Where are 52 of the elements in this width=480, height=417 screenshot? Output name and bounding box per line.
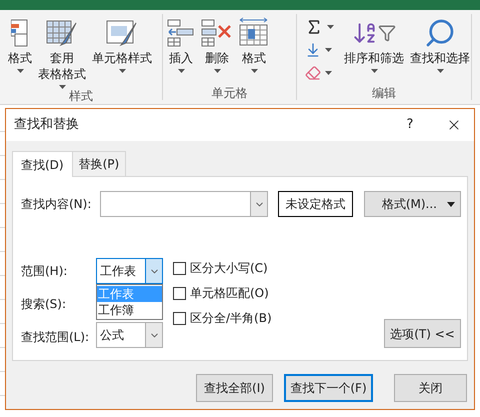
- caret-icon: [325, 48, 332, 52]
- caret-icon: [118, 69, 126, 73]
- look-in-select[interactable]: 公式: [96, 322, 163, 348]
- checkbox[interactable]: [173, 312, 186, 324]
- caret-icon: [16, 69, 24, 73]
- group-label: 样式: [69, 89, 93, 103]
- eraser-icon: [305, 64, 321, 80]
- caret-icon: [436, 69, 444, 73]
- options-button[interactable]: 选项(T) <<: [384, 319, 461, 348]
- caret-icon: [370, 69, 378, 73]
- ribbon-button[interactable]: 排序和筛选: [344, 14, 404, 73]
- field-label: 范围(H):: [21, 263, 68, 280]
- caret-icon: [447, 202, 455, 206]
- ribbon-button[interactable]: 查找和选择: [410, 14, 470, 73]
- caret-icon: [250, 69, 258, 73]
- dialog-button[interactable]: 查找全部(I): [196, 374, 273, 402]
- dialog-title: 查找和替换: [14, 116, 80, 134]
- format-button[interactable]: 格式(M)...: [364, 191, 461, 217]
- ribbon-button[interactable]: 格式: [8, 14, 32, 73]
- help-button[interactable]: ?: [400, 115, 420, 135]
- insert-cells-icon: [167, 19, 195, 47]
- checkbox-label: 区分全/半角(B): [190, 310, 272, 327]
- search-icon: [424, 17, 456, 49]
- format-preview: 未设定格式: [278, 191, 353, 217]
- checkbox-label: 单元格匹配(O): [190, 285, 269, 302]
- caret-icon: [325, 70, 332, 74]
- dialog-tab[interactable]: 查找(D): [12, 151, 73, 177]
- ribbon-button[interactable]: 单元格样式: [92, 14, 152, 73]
- checkbox[interactable]: [173, 286, 186, 300]
- dialog-button[interactable]: 查找下一个(F): [284, 374, 373, 402]
- fill-down-icon: [305, 42, 321, 58]
- ribbon-button[interactable]: 删除: [201, 14, 233, 73]
- dialog-button[interactable]: 关闭: [394, 374, 467, 402]
- table-icon: [11, 18, 29, 48]
- dropdown-option[interactable]: 工作簿: [97, 302, 162, 318]
- field-label: 搜索(S):: [21, 296, 68, 313]
- dialog-tab[interactable]: 替换(P): [72, 151, 126, 176]
- group-label: 单元格: [212, 86, 248, 100]
- caret-icon: [214, 69, 220, 73]
- caret-icon: [58, 85, 66, 89]
- caret-icon: [327, 24, 334, 28]
- caret-icon: [178, 69, 184, 73]
- checkbox[interactable]: [173, 262, 186, 274]
- ribbon-button[interactable]: 格式: [239, 14, 269, 73]
- ribbon-button[interactable]: 套用 表格格式: [38, 14, 86, 89]
- delete-cells-icon: [201, 19, 233, 47]
- field-label: 查找内容(N):: [21, 196, 92, 213]
- group-label: 编辑: [372, 86, 396, 100]
- field-label: 查找范围(L):: [21, 329, 90, 346]
- checkbox-label: 区分大小写(C): [190, 260, 268, 277]
- ribbon-button[interactable]: 插入: [167, 14, 195, 73]
- scope-select[interactable]: 工作表: [96, 258, 163, 284]
